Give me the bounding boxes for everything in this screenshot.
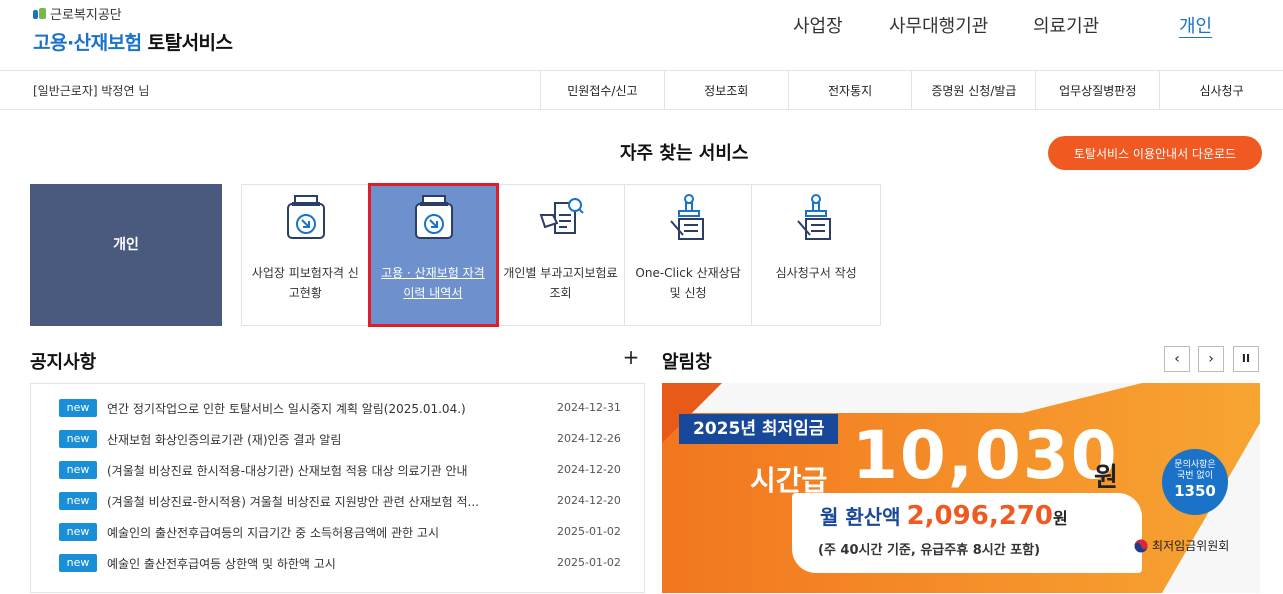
notice-item[interactable]: new 산재보험 화상인증의료기관 (재)인증 결과 알림 2024-12-26 — [59, 429, 634, 449]
notice-more-button[interactable]: + — [620, 347, 642, 369]
stamp-document-icon — [670, 194, 704, 240]
guide-download-button[interactable]: 토탈서비스 이용안내서 다운로드 — [1048, 136, 1262, 170]
notice-text[interactable]: 예술인 출산전후급여등 상한액 및 하한액 고시 — [107, 555, 527, 572]
notice-date: 2024-12-20 — [557, 494, 621, 507]
user-label: [일반근로자] 박정연 님 — [33, 84, 150, 98]
document-download-icon — [287, 195, 325, 239]
menu-disease-judgment[interactable]: 업무상질병판정 — [1035, 71, 1159, 109]
alert-title: 알림창 — [662, 352, 712, 373]
notice-text[interactable]: 산재보험 화상인증의료기관 (재)인증 결과 알림 — [107, 431, 527, 448]
site-logo[interactable]: 근로복지공단 고용·산재보험 토탈서비스 — [33, 4, 233, 55]
notice-list: new 연간 정기작업으로 인한 토탈서비스 일시중지 계획 알림(2025.0… — [30, 383, 645, 593]
individual-panel: 개인 — [30, 184, 222, 326]
service-grid: 사업장 피보험자격 신고현황 고용 · 산재보험 자격 이력 내역서 개인별 부… — [241, 183, 881, 327]
top-nav-individual[interactable]: 개인 — [1179, 12, 1212, 38]
contact-line1: 문의사항은 — [1174, 460, 1216, 470]
service-suffix: 토탈서비스 — [147, 32, 233, 54]
new-badge: new — [59, 523, 97, 541]
notice-item[interactable]: new 연간 정기작업으로 인한 토탈서비스 일시중지 계획 알림(2025.0… — [59, 398, 634, 418]
notice-date: 2024-12-31 — [557, 401, 621, 414]
service-premium-inquiry[interactable]: 개인별 부과고지보험료 조회 — [497, 185, 625, 325]
notice-item[interactable]: new 예술인의 출산전후급여등의 지급기간 중 소득허용금액에 관한 고시 2… — [59, 522, 634, 542]
hourly-unit: 원 — [1094, 463, 1118, 493]
notice-date: 2025-01-02 — [557, 556, 621, 569]
pause-slide-button[interactable]: II — [1233, 346, 1259, 372]
hourly-amount: 10,030 — [852, 417, 1119, 494]
notice-text[interactable]: 연간 정기작업으로 인한 토탈서비스 일시중지 계획 알림(2025.01.04… — [107, 400, 527, 417]
menu-civil-petition[interactable]: 민원접수/신고 — [540, 71, 664, 109]
notice-title: 공지사항 — [30, 352, 97, 373]
next-slide-button[interactable]: › — [1198, 346, 1224, 372]
top-nav-workplace[interactable]: 사업장 — [793, 12, 843, 38]
menu-e-notice[interactable]: 전자통지 — [787, 71, 912, 109]
service-insured-report-status[interactable]: 사업장 피보험자격 신고현황 — [242, 185, 370, 325]
new-badge: new — [59, 492, 97, 510]
service-review-request-write[interactable]: 심사청구서 작성 — [752, 185, 880, 325]
service-label: One-Click 산재상담 및 신청 — [635, 266, 741, 300]
menu-certificate[interactable]: 증명원 신청/발급 — [911, 71, 1035, 109]
new-badge: new — [59, 461, 97, 479]
monthly-label: 월 환산액 — [820, 505, 901, 529]
document-download-icon — [414, 195, 453, 239]
notice-item[interactable]: new 예술인 출산전후급여등 상한액 및 하한액 고시 2025-01-02 — [59, 553, 634, 573]
sub-navigation-bar: [일반근로자] 박정연 님 민원접수/신고 정보조회 전자통지 증명원 신청/발… — [0, 70, 1283, 110]
notice-text[interactable]: 예술인의 출산전후급여등의 지급기간 중 소득허용금액에 관한 고시 — [107, 524, 527, 541]
service-label: 개인별 부과고지보험료 조회 — [503, 266, 618, 300]
stamp-document-icon — [797, 194, 832, 240]
contact-circle: 문의사항은 국번 없이 1350 — [1162, 449, 1228, 515]
service-qualification-history[interactable]: 고용 · 산재보험 자격 이력 내역서 — [367, 183, 500, 327]
kcomwel-logo-icon — [33, 7, 47, 20]
service-one-click-consult[interactable]: One-Click 산재상담 및 신청 — [625, 185, 753, 325]
frequent-services-title: 자주 찾는 서비스 — [620, 143, 749, 164]
notice-item[interactable]: new (겨울철 비상진료-한시적용) 겨울철 비상진료 지원방안 관련 산재보… — [59, 491, 634, 511]
org-name: 근로복지공단 — [50, 8, 122, 23]
site-header: 근로복지공단 고용·산재보험 토탈서비스 사업장 사무대행기관 의료기관 개인 — [0, 0, 1283, 70]
new-badge: new — [59, 399, 97, 417]
menu-info-inquiry[interactable]: 정보조회 — [663, 71, 788, 109]
wage-commission: 최저임금위원회 — [1134, 537, 1229, 554]
document-search-icon — [539, 198, 584, 234]
top-nav: 사업장 사무대행기관 의료기관 개인 — [683, 12, 1283, 42]
sub-menu: 민원접수/신고 정보조회 전자통지 증명원 신청/발급 업무상질병판정 심사청구 — [540, 71, 1283, 109]
top-nav-medical[interactable]: 의료기관 — [1033, 12, 1099, 38]
top-nav-agency[interactable]: 사무대행기관 — [889, 12, 988, 38]
year-tag: 2025년 최저임금 — [679, 414, 839, 444]
service-label: 사업장 피보험자격 신고현황 — [251, 266, 359, 300]
new-badge: new — [59, 430, 97, 448]
monthly-note: (주 40시간 기준, 유급주휴 8시간 포함) — [818, 543, 1041, 558]
monthly-unit: 원 — [1052, 509, 1068, 528]
contact-line2: 국번 없이 — [1177, 471, 1213, 481]
notice-item[interactable]: new (겨울철 비상진료 한시적용-대상기관) 산재보험 적용 대상 의료기관… — [59, 460, 634, 480]
notice-text[interactable]: (겨울철 비상진료 한시적용-대상기관) 산재보험 적용 대상 의료기관 안내 — [107, 462, 527, 479]
notice-date: 2024-12-20 — [557, 463, 621, 476]
service-name: 고용·산재보험 — [33, 32, 142, 54]
prev-slide-button[interactable]: ‹ — [1164, 346, 1190, 372]
contact-number: 1350 — [1174, 482, 1216, 500]
notice-date: 2025-01-02 — [557, 525, 621, 538]
service-label: 고용 · 산재보험 자격 이력 내역서 — [381, 266, 485, 300]
notice-date: 2024-12-26 — [557, 432, 621, 445]
menu-review-request[interactable]: 심사청구 — [1159, 71, 1283, 109]
notice-text[interactable]: (겨울철 비상진료-한시적용) 겨울철 비상진료 지원방안 관련 산재보험 적.… — [107, 493, 527, 510]
service-label: 심사청구서 작성 — [775, 266, 857, 280]
new-badge: new — [59, 554, 97, 572]
minimum-wage-banner[interactable]: 2025년 최저임금 시간급 10,030 원 월 환산액 2,096,270원 … — [662, 383, 1260, 593]
monthly-amount: 2,096,270 — [906, 501, 1053, 531]
org-label: 최저임금위원회 — [1152, 539, 1230, 553]
taegeuk-icon — [1134, 539, 1148, 552]
